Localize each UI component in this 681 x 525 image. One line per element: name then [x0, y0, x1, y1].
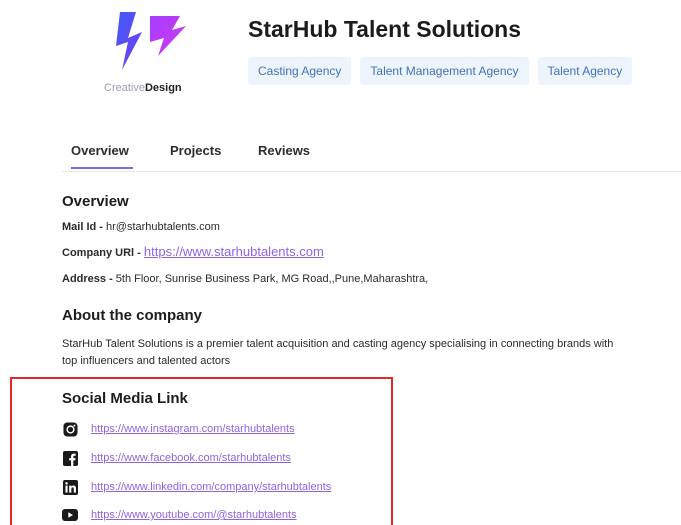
- youtube-icon: [62, 507, 78, 523]
- linkedin-link[interactable]: https://www.linkedin.com/company/starhub…: [91, 481, 331, 493]
- company-tags: Casting Agency Talent Management Agency …: [248, 57, 633, 85]
- youtube-link[interactable]: https://www.youtube.com/@starhubtalents: [91, 509, 297, 521]
- about-text: StarHub Talent Solutions is a premier ta…: [62, 338, 614, 367]
- mail-row: Mail Id - hr@starhubtalents.com: [62, 221, 220, 233]
- facebook-icon: [62, 450, 78, 466]
- lightning-logo-icon: [116, 12, 186, 70]
- overview-heading: Overview: [62, 193, 129, 210]
- company-name: StarHub Talent Solutions: [248, 16, 522, 42]
- tag-talent-agency: Talent Agency: [537, 57, 633, 85]
- address-value: 5th Floor, Sunrise Business Park, MG Roa…: [115, 273, 429, 285]
- tab-overview[interactable]: Overview: [71, 143, 133, 169]
- social-row-linkedin: https://www.linkedin.com/company/starhub…: [62, 479, 331, 495]
- instagram-link[interactable]: https://www.instagram.com/starhubtalents: [91, 423, 295, 435]
- logo-wordmark: CreativeDesign: [104, 82, 182, 94]
- tab-reviews[interactable]: Reviews: [258, 143, 310, 167]
- tag-casting-agency: Casting Agency: [248, 57, 352, 85]
- company-logo: CreativeDesign: [96, 8, 206, 98]
- social-row-youtube: https://www.youtube.com/@starhubtalents: [62, 507, 297, 523]
- mail-value: hr@starhubtalents.com: [106, 221, 220, 233]
- address-row: Address - 5th Floor, Sunrise Business Pa…: [62, 273, 428, 285]
- social-heading: Social Media Link: [62, 390, 188, 407]
- social-row-facebook: https://www.facebook.com/starhubtalents: [62, 450, 291, 466]
- address-label: Address -: [62, 273, 116, 285]
- tag-talent-management-agency: Talent Management Agency: [360, 57, 529, 85]
- linkedin-icon: [62, 479, 78, 495]
- facebook-link[interactable]: https://www.facebook.com/starhubtalents: [91, 452, 291, 464]
- about-heading: About the company: [62, 307, 203, 324]
- instagram-icon: [62, 421, 78, 437]
- mail-label: Mail Id -: [62, 221, 106, 233]
- tab-projects[interactable]: Projects: [170, 143, 221, 167]
- social-row-instagram: https://www.instagram.com/starhubtalents: [62, 421, 295, 437]
- company-url-link[interactable]: https://www.starhubtalents.com: [144, 244, 324, 259]
- company-url-label: Company URl -: [62, 247, 144, 259]
- profile-tabs: Overview Projects Reviews: [62, 143, 681, 172]
- company-url-row: Company URl - https://www.starhubtalents…: [62, 244, 324, 259]
